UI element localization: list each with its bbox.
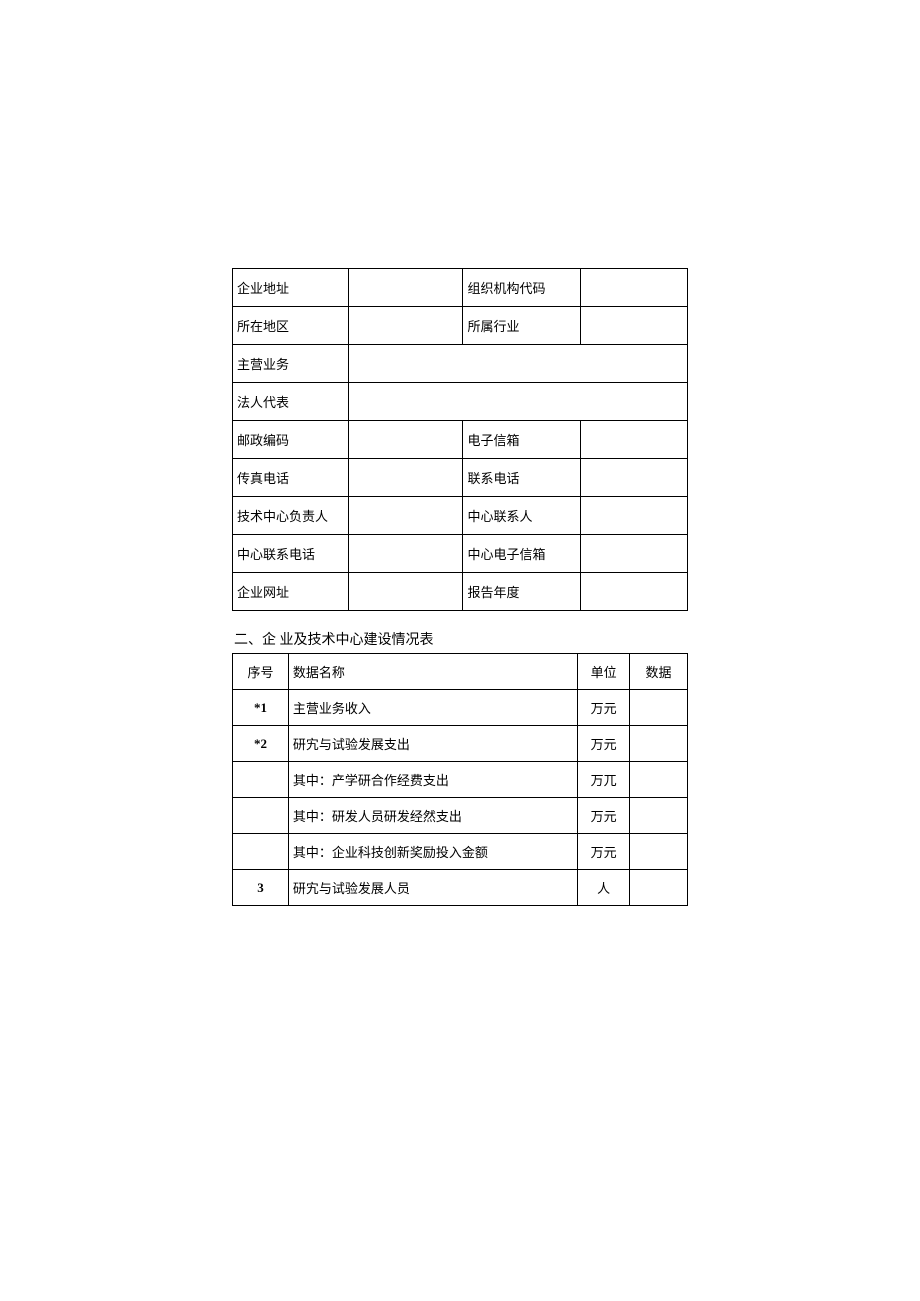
header-data: 数据	[630, 654, 688, 690]
row-unit: 万元	[578, 690, 630, 726]
tech-center-table: 序号 数据名称 单位 数据 *1 主营业务收入 万元 *2 研宄与试验发展支出 …	[232, 653, 688, 906]
table-row: 其中：产学研合作经费支出 万兀	[233, 762, 688, 798]
label-region: 所在地区	[233, 307, 349, 345]
table-row: *1 主营业务收入 万元	[233, 690, 688, 726]
value-email	[581, 421, 688, 459]
value-postal	[348, 421, 463, 459]
row-unit: 万元	[578, 798, 630, 834]
value-phone	[581, 459, 688, 497]
table-row: 其中：研发人员研发经然支出 万元	[233, 798, 688, 834]
table-row: 法人代表	[233, 383, 688, 421]
row-num	[233, 798, 289, 834]
section-title: 二、企 业及技术中心建设情况表	[232, 629, 688, 649]
table-row: 所在地区 所属行业	[233, 307, 688, 345]
row-data	[630, 870, 688, 906]
table-row: 企业网址 报告年度	[233, 573, 688, 611]
value-orgcode	[581, 269, 688, 307]
row-data	[630, 690, 688, 726]
table-row: *2 研宄与试验发展支出 万元	[233, 726, 688, 762]
value-contact	[581, 497, 688, 535]
label-orgcode: 组织机构代码	[463, 269, 581, 307]
row-num	[233, 762, 289, 798]
table-row: 传真电话 联系电话	[233, 459, 688, 497]
value-centerphone	[348, 535, 463, 573]
row-unit: 万元	[578, 834, 630, 870]
value-legalrep	[348, 383, 687, 421]
header-name: 数据名称	[288, 654, 577, 690]
row-name: 主营业务收入	[288, 690, 577, 726]
table-row: 邮政编码 电子信箱	[233, 421, 688, 459]
label-postal: 邮政编码	[233, 421, 349, 459]
row-unit: 万元	[578, 726, 630, 762]
value-reportyear	[581, 573, 688, 611]
label-legalrep: 法人代表	[233, 383, 349, 421]
table-row: 其中：企业科技创新奖励投入金额 万元	[233, 834, 688, 870]
value-industry	[581, 307, 688, 345]
row-name: 其中：企业科技创新奖励投入金额	[288, 834, 577, 870]
value-fax	[348, 459, 463, 497]
row-data	[630, 798, 688, 834]
row-name: 研宄与试验发展支出	[288, 726, 577, 762]
row-num	[233, 834, 289, 870]
table-row: 中心联系电话 中心电子信箱	[233, 535, 688, 573]
value-mainbiz	[348, 345, 687, 383]
row-data	[630, 834, 688, 870]
label-fax: 传真电话	[233, 459, 349, 497]
label-reportyear: 报告年度	[463, 573, 581, 611]
value-region	[348, 307, 463, 345]
row-num: *2	[233, 726, 289, 762]
label-centerphone: 中心联系电话	[233, 535, 349, 573]
header-unit: 单位	[578, 654, 630, 690]
label-techlead: 技术中心负责人	[233, 497, 349, 535]
value-techlead	[348, 497, 463, 535]
label-contact: 中心联系人	[463, 497, 581, 535]
row-data	[630, 726, 688, 762]
label-address: 企业地址	[233, 269, 349, 307]
label-industry: 所属行业	[463, 307, 581, 345]
value-address	[348, 269, 463, 307]
table-row: 3 研宄与试验发展人员 人	[233, 870, 688, 906]
label-mainbiz: 主营业务	[233, 345, 349, 383]
label-centeremail: 中心电子信箱	[463, 535, 581, 573]
label-email: 电子信箱	[463, 421, 581, 459]
row-unit: 万兀	[578, 762, 630, 798]
table-row: 技术中心负责人 中心联系人	[233, 497, 688, 535]
row-name: 研宄与试验发展人员	[288, 870, 577, 906]
row-num: 3	[233, 870, 289, 906]
value-centeremail	[581, 535, 688, 573]
label-phone: 联系电话	[463, 459, 581, 497]
header-num: 序号	[233, 654, 289, 690]
label-website: 企业网址	[233, 573, 349, 611]
table-row: 主营业务	[233, 345, 688, 383]
row-num: *1	[233, 690, 289, 726]
table-row: 企业地址 组织机构代码	[233, 269, 688, 307]
row-name: 其中：产学研合作经费支出	[288, 762, 577, 798]
table-header-row: 序号 数据名称 单位 数据	[233, 654, 688, 690]
row-unit: 人	[578, 870, 630, 906]
value-website	[348, 573, 463, 611]
row-data	[630, 762, 688, 798]
enterprise-info-table: 企业地址 组织机构代码 所在地区 所属行业 主营业务 法人代表 邮政编码 电子信…	[232, 268, 688, 611]
row-name: 其中：研发人员研发经然支出	[288, 798, 577, 834]
